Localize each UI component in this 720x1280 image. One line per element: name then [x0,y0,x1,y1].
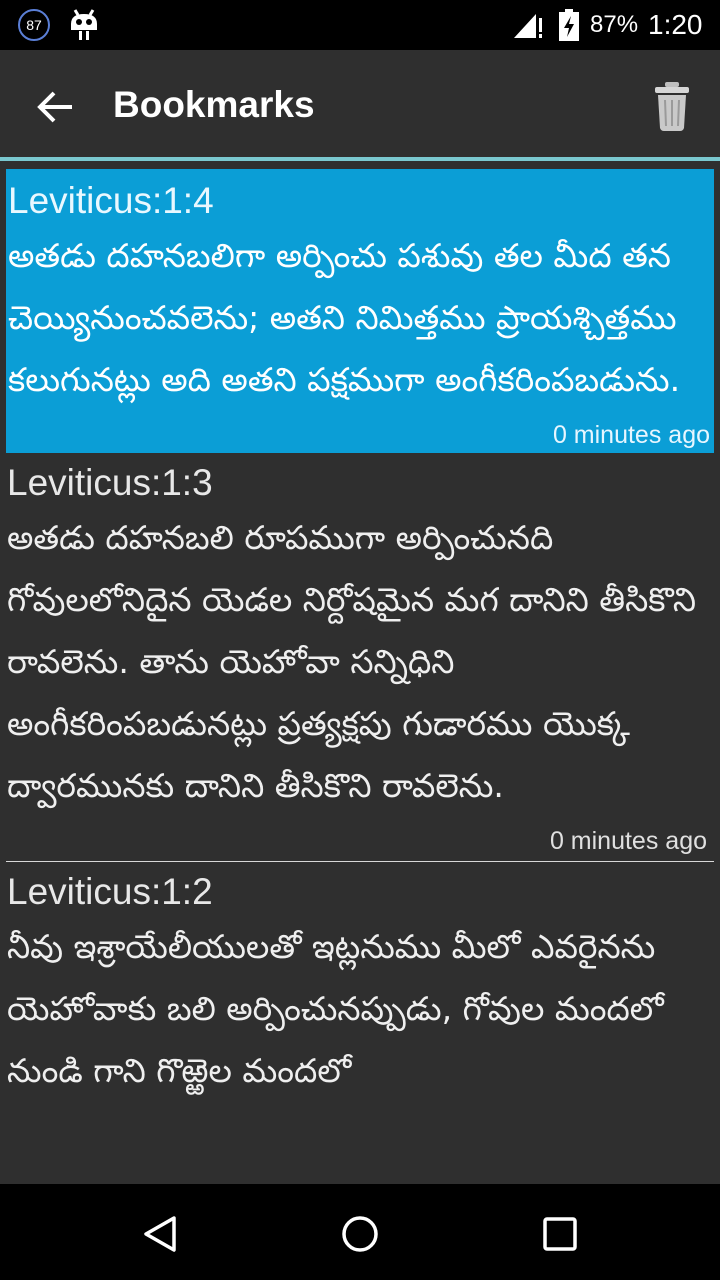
home-circle-icon[interactable] [340,1214,380,1254]
bookmark-item-selected[interactable]: Leviticus:1:4 అతడు దహనబలిగా అర్పించు పశు… [6,169,714,453]
bookmark-verse-text: అతడు దహనబలిగా అర్పించు పశువు తల మీద తన చ… [8,236,681,399]
bookmark-reference: Leviticus:1:3 [7,462,213,503]
bookmark-list[interactable]: Leviticus:1:4 అతడు దహనబలిగా అర్పించు పశు… [0,161,720,1184]
trash-icon[interactable] [648,78,696,134]
android-icon [71,9,97,40]
app-bar: Bookmarks [0,50,720,158]
status-bar: 87 87% 1:20 [0,0,720,50]
battery-charging-icon [559,9,579,41]
bookmark-timestamp: 0 minutes ago [552,421,710,449]
notification-badge-icon: 87 [18,9,50,41]
clock: 1:20 [648,9,703,40]
arrow-back-icon[interactable] [30,84,82,130]
bookmark-verse-text: అతడు దహనబలి రూపముగా అర్పించునది గోవులలోన… [7,518,697,805]
bookmark-item[interactable]: Leviticus:1:2 నీవు ఇశ్రాయేలీయులతో ఇట్లను… [0,862,720,1102]
recents-square-icon[interactable] [540,1214,580,1254]
bookmark-reference: Leviticus:1:2 [7,871,213,912]
navigation-bar [0,1184,720,1280]
bookmark-timestamp: 0 minutes ago [549,827,707,855]
page-title: Bookmarks [113,84,315,125]
back-triangle-icon[interactable] [140,1214,180,1254]
bookmark-reference: Leviticus:1:4 [8,180,214,221]
battery-percentage: 87% [590,11,639,38]
signal-icon [514,14,542,38]
bookmark-verse-text: నీవు ఇశ్రాయేలీయులతో ఇట్లనుము మీలో ఎవరైనన… [7,927,664,1090]
bookmark-item[interactable]: Leviticus:1:3 అతడు దహనబలి రూపముగా అర్పిం… [0,453,720,859]
